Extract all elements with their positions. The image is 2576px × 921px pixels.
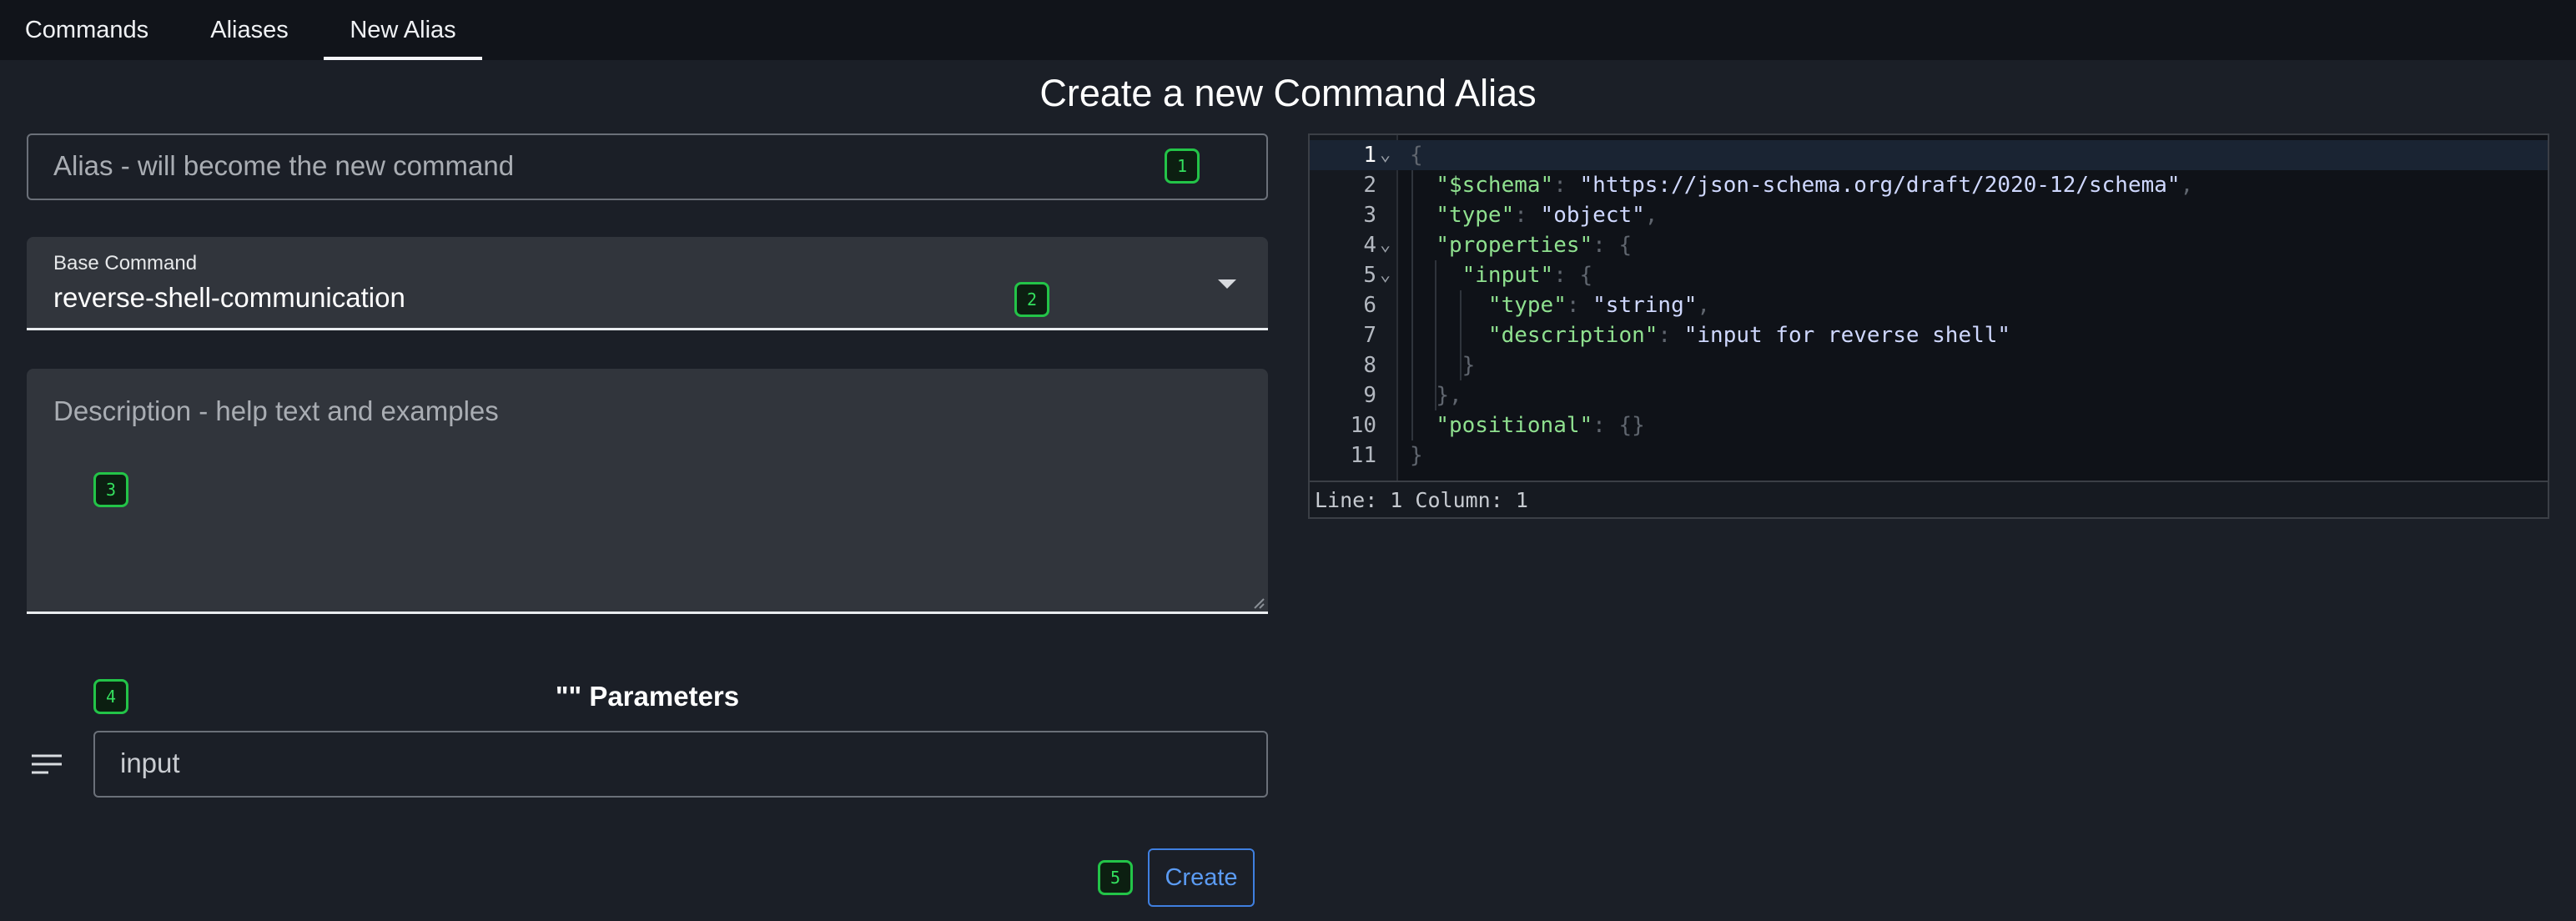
resize-handle-icon[interactable] xyxy=(1253,597,1265,609)
marker-badge-2: 2 xyxy=(1014,282,1049,317)
base-command-select[interactable]: Base Command reverse-shell-communication xyxy=(27,237,1268,330)
parameter-value: input xyxy=(120,747,180,778)
code-tail: }, xyxy=(1436,383,1462,408)
editor-line[interactable]: 10 "positional": {} xyxy=(1310,410,2548,440)
line-number: 4 xyxy=(1363,233,1376,258)
code-text: "properties": { xyxy=(1410,230,1632,260)
marker-badge-5: 5 xyxy=(1098,860,1133,895)
line-number: 9 xyxy=(1363,383,1376,408)
code-tail: { xyxy=(1579,263,1593,288)
tab-aliases[interactable]: Aliases xyxy=(177,0,322,60)
editor-line[interactable]: 4 ⌄ "properties": { xyxy=(1310,230,2548,260)
menu-lines-icon[interactable] xyxy=(30,752,63,776)
code-value: "input for reverse shell" xyxy=(1683,323,2011,348)
code-value: "string" xyxy=(1592,293,1698,318)
line-number: 1 xyxy=(1363,143,1376,168)
create-button[interactable]: Create xyxy=(1148,848,1255,907)
page-title: Create a new Command Alias xyxy=(1039,72,1537,114)
editor-line[interactable]: 8 } xyxy=(1310,350,2548,380)
code-tail: , xyxy=(1697,293,1711,318)
marker-badge-3: 3 xyxy=(93,472,128,507)
code-key: "description" xyxy=(1487,323,1658,348)
line-number: 10 xyxy=(1350,413,1376,438)
line-number: 5 xyxy=(1363,263,1376,288)
tab-commands[interactable]: Commands xyxy=(0,0,174,60)
code-tail: } xyxy=(1410,443,1423,468)
code-sep: : xyxy=(1553,263,1580,288)
base-command-label: Base Command xyxy=(53,252,198,274)
code-tail: { xyxy=(1410,143,1423,168)
code-sep: : xyxy=(1658,323,1684,348)
code-value: "https://json-schema.org/draft/2020-12/s… xyxy=(1579,173,2181,198)
code-key: "positional" xyxy=(1436,413,1593,438)
chevron-down-icon[interactable]: ⌄ xyxy=(1380,260,1391,290)
code-key: "type" xyxy=(1487,293,1567,318)
code-key: "properties" xyxy=(1436,233,1593,258)
code-tail: , xyxy=(2180,173,2194,198)
code-sep: : xyxy=(1592,413,1619,438)
code-sep: : xyxy=(1553,173,1580,198)
code-key: "$schema" xyxy=(1436,173,1554,198)
editor-status-bar: Line: 1 Column: 1 xyxy=(1310,481,2548,517)
editor-line[interactable]: 9 }, xyxy=(1310,380,2548,410)
code-text: "description": "input for reverse shell" xyxy=(1410,320,2010,350)
parameters-title: "" Parameters xyxy=(555,681,740,712)
line-number: 11 xyxy=(1350,443,1376,468)
code-sep: : xyxy=(1514,203,1541,228)
editor-line[interactable]: 2 "$schema": "https://json-schema.org/dr… xyxy=(1310,170,2548,200)
code-text: { xyxy=(1410,140,1423,170)
caret-down-icon xyxy=(1218,279,1236,289)
marker-badge-1: 1 xyxy=(1165,148,1200,184)
code-sep: : xyxy=(1592,233,1619,258)
chevron-down-icon[interactable]: ⌄ xyxy=(1380,230,1391,260)
editor-line[interactable]: 1 ⌄ { xyxy=(1310,140,2548,170)
indent-guide xyxy=(1460,290,1462,380)
code-text: "$schema": "https://json-schema.org/draf… xyxy=(1410,170,2193,200)
line-number: 6 xyxy=(1363,293,1376,318)
code-text: "type": "object", xyxy=(1410,200,1658,230)
indent-guide xyxy=(1435,260,1436,410)
editor-line[interactable]: 11} xyxy=(1310,440,2548,471)
active-tab-indicator xyxy=(324,57,482,60)
code-text: } xyxy=(1410,350,1476,380)
code-sep: : xyxy=(1566,293,1593,318)
editor-line[interactable]: 6 "type": "string", xyxy=(1310,290,2548,320)
line-number: 3 xyxy=(1363,203,1376,228)
json-schema-editor[interactable]: 1 ⌄{2 "$schema": "https://json-schema.org… xyxy=(1308,133,2549,519)
line-number: 7 xyxy=(1363,323,1376,348)
chevron-down-icon[interactable]: ⌄ xyxy=(1380,140,1391,170)
line-number: 2 xyxy=(1363,173,1376,198)
description-placeholder: Description - help text and examples xyxy=(53,395,499,426)
code-value: "object" xyxy=(1540,203,1645,228)
alias-input[interactable]: Alias - will become the new command xyxy=(27,133,1268,200)
base-command-value: reverse-shell-communication xyxy=(53,282,405,313)
editor-line[interactable]: 5 ⌄ "input": { xyxy=(1310,260,2548,290)
code-key: "input" xyxy=(1462,263,1554,288)
editor-line[interactable]: 3 "type": "object", xyxy=(1310,200,2548,230)
line-number: 8 xyxy=(1363,353,1376,378)
description-textarea[interactable]: Description - help text and examples xyxy=(27,369,1268,614)
code-text: "positional": {} xyxy=(1410,410,1645,440)
code-tail: , xyxy=(1644,203,1658,228)
code-text: "input": { xyxy=(1410,260,1593,290)
code-tail: { xyxy=(1618,233,1633,258)
code-text: } xyxy=(1410,440,1423,471)
code-tail: } xyxy=(1462,353,1476,378)
code-tail: {} xyxy=(1618,413,1645,438)
tab-new-alias[interactable]: New Alias xyxy=(324,0,482,60)
editor-line[interactable]: 7 "description": "input for reverse shel… xyxy=(1310,320,2548,350)
code-key: "type" xyxy=(1436,203,1515,228)
code-text: "type": "string", xyxy=(1410,290,1710,320)
indent-guide xyxy=(1411,170,1413,440)
alias-placeholder: Alias - will become the new command xyxy=(53,150,515,181)
parameter-input[interactable]: input xyxy=(93,731,1268,798)
